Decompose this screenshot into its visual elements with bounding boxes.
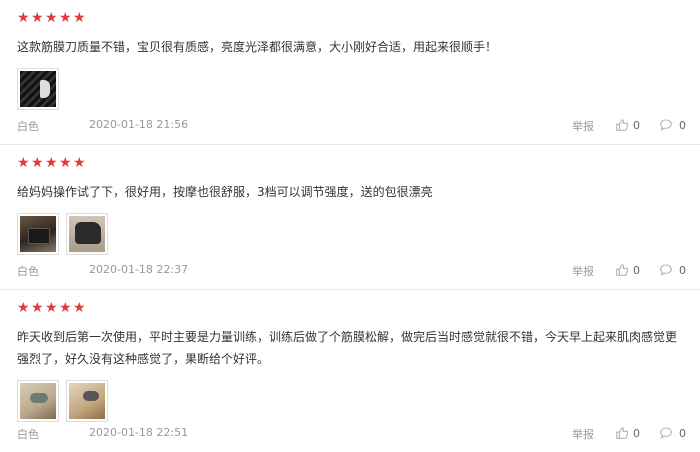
thumbs-up-icon bbox=[616, 119, 629, 131]
like-button[interactable]: 0 bbox=[615, 263, 640, 277]
star-icon: ★ bbox=[45, 10, 58, 26]
star-icon: ★ bbox=[73, 155, 86, 171]
review-item: ★ ★ ★ ★ ★ 给妈妈操作试了下，很好用，按摩也很舒服，3档可以调节强度，送… bbox=[0, 145, 700, 290]
review-text: 给妈妈操作试了下，很好用，按摩也很舒服，3档可以调节强度，送的包很漂亮 bbox=[17, 185, 433, 199]
review-item: ★ ★ ★ ★ ★ 这款筋膜刀质量不错，宝贝很有质感，亮度光泽都很满意，大小刚好… bbox=[0, 0, 700, 145]
comment-count: 0 bbox=[679, 426, 686, 440]
star-icon: ★ bbox=[59, 10, 72, 26]
report-link[interactable]: 举报 bbox=[572, 426, 594, 442]
comment-bubble-icon bbox=[660, 119, 672, 131]
like-count: 0 bbox=[633, 426, 640, 440]
star-icon: ★ bbox=[17, 300, 30, 316]
like-button[interactable]: 0 bbox=[615, 426, 640, 440]
star-icon: ★ bbox=[73, 300, 86, 316]
star-icon: ★ bbox=[17, 155, 30, 171]
comment-count: 0 bbox=[679, 263, 686, 277]
star-icon: ★ bbox=[45, 155, 58, 171]
comment-button[interactable]: 0 bbox=[659, 118, 686, 132]
star-icon: ★ bbox=[45, 300, 58, 316]
comment-count: 0 bbox=[679, 118, 686, 132]
product-color: 白色 bbox=[17, 428, 39, 441]
star-icon: ★ bbox=[31, 10, 44, 26]
thumbs-up-icon bbox=[616, 264, 629, 276]
like-count: 0 bbox=[633, 118, 640, 132]
rating-stars: ★ ★ ★ ★ ★ bbox=[17, 10, 684, 26]
star-icon: ★ bbox=[59, 300, 72, 316]
star-icon: ★ bbox=[59, 155, 72, 171]
review-date: 2020-01-18 22:37 bbox=[89, 263, 189, 276]
review-meta: 白色 2020-01-18 21:56 举报 0 0 bbox=[17, 118, 686, 134]
comment-button[interactable]: 0 bbox=[659, 263, 686, 277]
comment-button[interactable]: 0 bbox=[659, 426, 686, 440]
review-meta: 白色 2020-01-18 22:51 举报 0 0 bbox=[17, 426, 686, 442]
review-photos bbox=[17, 380, 684, 422]
report-link[interactable]: 举报 bbox=[572, 118, 594, 134]
comment-bubble-icon bbox=[660, 264, 672, 276]
comment-bubble-icon bbox=[660, 427, 672, 439]
review-photo-thumbnail[interactable] bbox=[66, 380, 108, 422]
like-count: 0 bbox=[633, 263, 640, 277]
review-photo-thumbnail[interactable] bbox=[66, 213, 108, 255]
review-meta: 白色 2020-01-18 22:37 举报 0 0 bbox=[17, 263, 686, 279]
thumbs-up-icon bbox=[616, 427, 629, 439]
review-date: 2020-01-18 21:56 bbox=[89, 118, 189, 131]
product-color: 白色 bbox=[17, 120, 39, 133]
review-photo-thumbnail[interactable] bbox=[17, 380, 59, 422]
review-photos bbox=[17, 213, 684, 255]
review-date: 2020-01-18 22:51 bbox=[89, 426, 189, 439]
rating-stars: ★ ★ ★ ★ ★ bbox=[17, 155, 684, 171]
review-photo-thumbnail[interactable] bbox=[17, 68, 59, 110]
product-color: 白色 bbox=[17, 265, 39, 278]
review-text: 这款筋膜刀质量不错，宝贝很有质感，亮度光泽都很满意，大小刚好合适，用起来很顺手！ bbox=[17, 40, 498, 54]
star-icon: ★ bbox=[17, 10, 30, 26]
star-icon: ★ bbox=[31, 300, 44, 316]
star-icon: ★ bbox=[31, 155, 44, 171]
rating-stars: ★ ★ ★ ★ ★ bbox=[17, 300, 684, 316]
report-link[interactable]: 举报 bbox=[572, 263, 594, 279]
review-photos bbox=[17, 68, 684, 110]
like-button[interactable]: 0 bbox=[615, 118, 640, 132]
star-icon: ★ bbox=[73, 10, 86, 26]
review-item: ★ ★ ★ ★ ★ 昨天收到后第一次使用，平时主要是力量训练，训练后做了个筋膜松… bbox=[0, 290, 700, 452]
review-text: 昨天收到后第一次使用，平时主要是力量训练，训练后做了个筋膜松解，做完后当时感觉就… bbox=[17, 330, 678, 366]
review-photo-thumbnail[interactable] bbox=[17, 213, 59, 255]
